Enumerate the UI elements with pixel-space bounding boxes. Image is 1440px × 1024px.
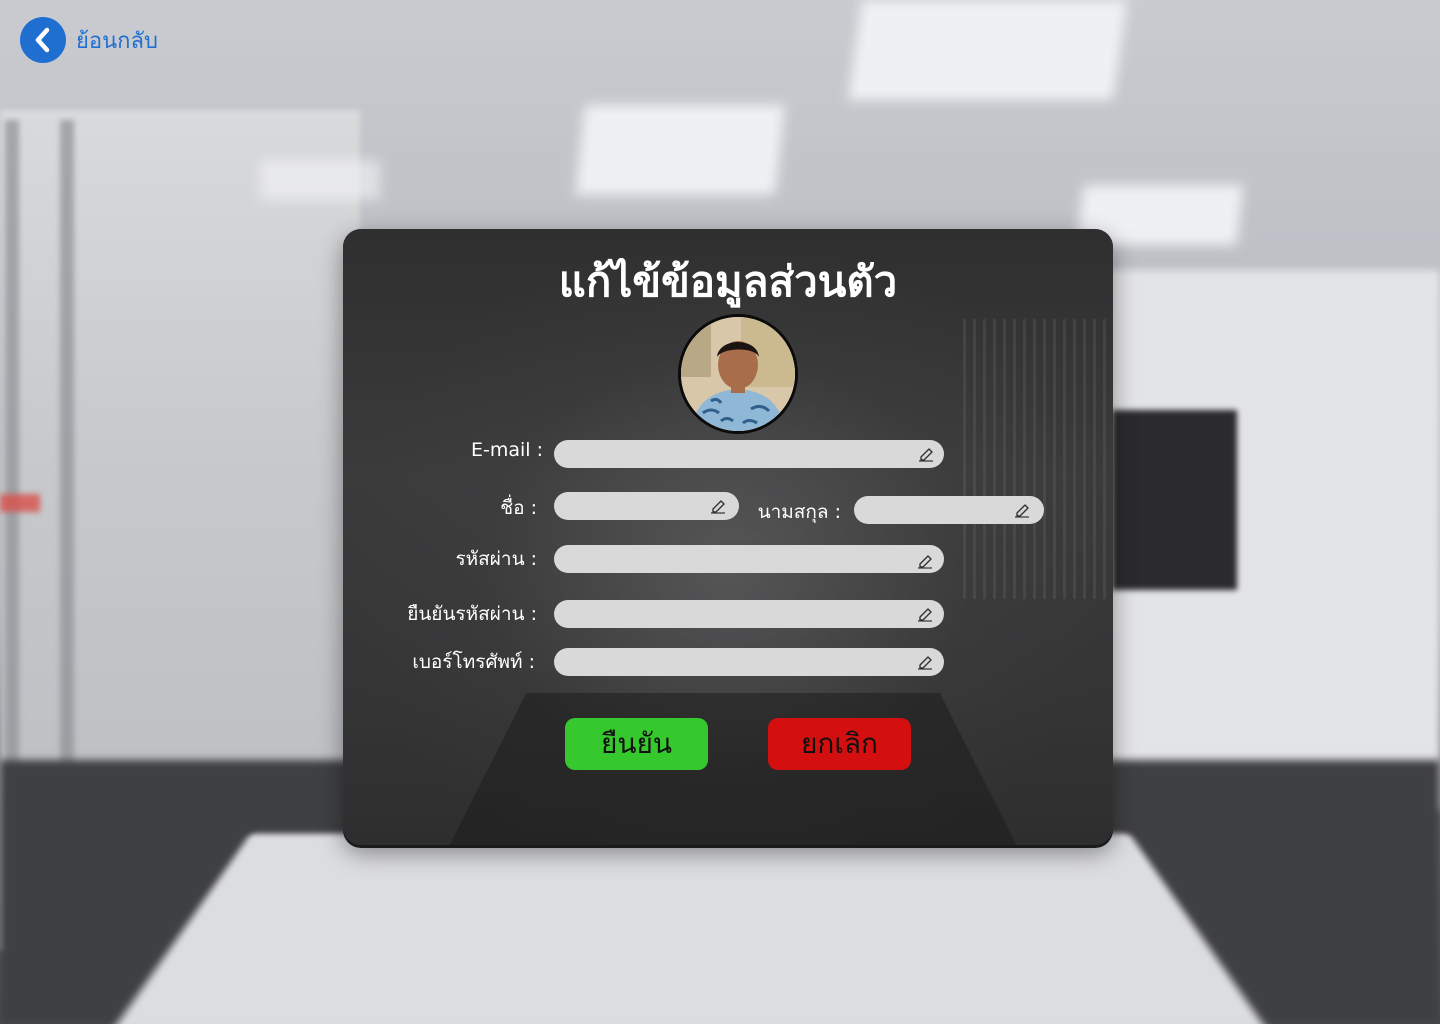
confirm-password-label: ยืนยันรหัสผ่าน :	[407, 603, 537, 625]
edit-profile-screen: ย้อนกลับ แก้ไข้ข้อมูลส่วนตัว E-mail : ชื…	[0, 0, 1440, 1024]
password-label: รหัสผ่าน :	[455, 548, 537, 570]
back-label[interactable]: ย้อนกลับ	[76, 23, 158, 58]
pencil-icon[interactable]	[709, 496, 727, 514]
email-field[interactable]	[554, 440, 944, 468]
pencil-icon[interactable]	[916, 652, 934, 670]
pencil-icon[interactable]	[916, 604, 934, 622]
phone-label: เบอร์โทรศัพท์ :	[412, 651, 535, 673]
confirm-button[interactable]: ยืนยัน	[565, 718, 708, 770]
back-button[interactable]: ย้อนกลับ	[20, 17, 158, 63]
page-title: แก้ไข้ข้อมูลส่วนตัว	[558, 257, 898, 306]
pencil-icon[interactable]	[916, 551, 934, 569]
edit-profile-card: แก้ไข้ข้อมูลส่วนตัว E-mail : ชื่อ : นามส…	[343, 229, 1113, 845]
email-label: E-mail :	[470, 439, 543, 461]
last-name-label: นามสกุล :	[757, 501, 841, 523]
confirm-password-field[interactable]	[554, 600, 944, 628]
background-table	[110, 833, 1270, 1024]
password-field[interactable]	[554, 545, 944, 573]
phone-field[interactable]	[554, 648, 944, 676]
card-background-table	[447, 693, 1019, 845]
pencil-icon[interactable]	[1013, 500, 1031, 518]
background-decoration	[0, 494, 40, 512]
chevron-left-icon[interactable]	[20, 17, 66, 63]
cancel-button[interactable]: ยกเลิก	[768, 718, 911, 770]
avatar[interactable]	[678, 314, 798, 434]
pencil-icon[interactable]	[917, 444, 935, 462]
first-name-label: ชื่อ :	[500, 497, 537, 519]
ceiling-light	[847, 0, 1128, 100]
ceiling-light	[260, 160, 380, 200]
card-background-blinds	[963, 319, 1113, 599]
ceiling-light	[575, 105, 785, 195]
background-tv	[1112, 410, 1237, 590]
